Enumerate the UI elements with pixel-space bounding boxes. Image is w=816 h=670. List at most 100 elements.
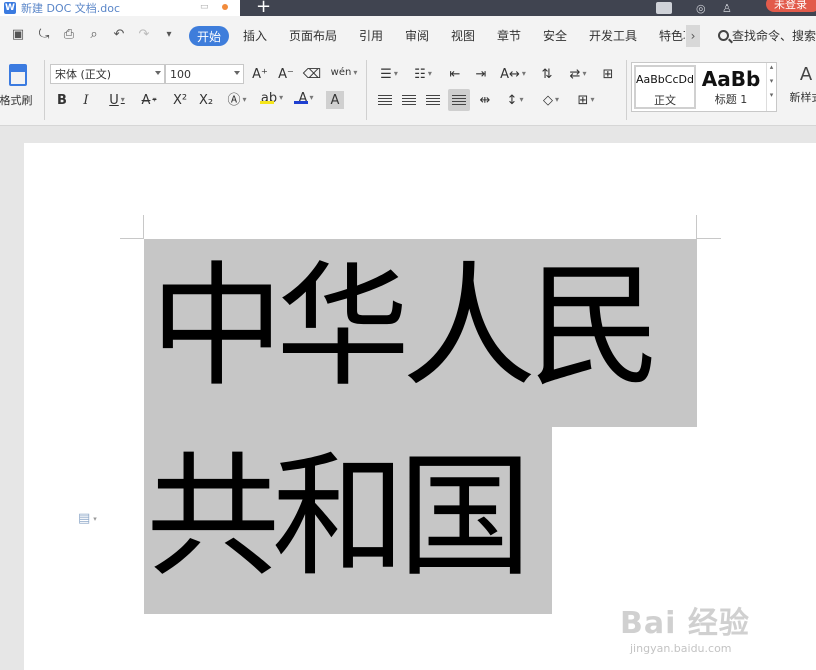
more-tabs-chevron-icon[interactable]: ›	[686, 25, 700, 47]
style-heading-name: 标题 1	[714, 93, 748, 106]
style-normal[interactable]: AaBbCcDd 正文	[634, 65, 696, 109]
font-name-select[interactable]: 宋体 (正文)	[50, 64, 165, 84]
tab-references[interactable]: 引用	[359, 27, 383, 44]
save-icon[interactable]: ▣	[10, 28, 26, 42]
document-text-line-2[interactable]: 共和国	[146, 442, 532, 592]
align-center-button[interactable]	[400, 91, 418, 109]
align-left-button[interactable]	[376, 91, 394, 109]
document-tab[interactable]: W 新建 DOC 文档.doc ▭	[0, 0, 240, 16]
table-grid-icon[interactable]: ⊞	[598, 65, 618, 83]
tab-home[interactable]: 开始	[189, 26, 229, 46]
bold-button[interactable]: B	[54, 91, 70, 109]
tab-developer[interactable]: 开发工具	[589, 27, 637, 44]
ribbon-divider	[366, 60, 367, 120]
chevron-down-icon[interactable]: ▾	[767, 77, 776, 85]
ribbon-divider	[626, 60, 627, 120]
new-style-icon: A	[799, 64, 813, 85]
tab-features[interactable]: 特色功	[659, 27, 685, 44]
tab-security[interactable]: 安全	[543, 27, 567, 44]
styles-gallery: AaBbCcDd 正文 AaBb 标题 1 ▴ ▾ ▾	[631, 62, 777, 112]
skin-icon[interactable]: ◎	[696, 0, 706, 16]
shading-button[interactable]: ◇ ▾	[538, 91, 564, 109]
menu-bar: ▣ ⤿ ⎙ ⌕ ↶ ↷ ▾ 开始 插入 页面布局 引用 审阅 视图 章节 安全 …	[0, 16, 816, 54]
strikethrough-button[interactable]: A ▾	[136, 91, 162, 109]
font-name-value: 宋体 (正文)	[55, 68, 112, 81]
font-size-select[interactable]: 100	[165, 64, 244, 84]
chevron-down-icon	[155, 71, 161, 75]
distributed-align-button[interactable]: ⇹	[476, 91, 494, 109]
ribbon-divider	[44, 60, 45, 120]
increase-indent-icon[interactable]: ⇥	[472, 65, 490, 83]
style-heading-sample: AaBb	[701, 67, 761, 91]
style-heading-1[interactable]: AaBb 标题 1	[698, 65, 764, 109]
decrease-indent-icon[interactable]: ⇤	[446, 65, 464, 83]
margin-marker	[120, 238, 144, 239]
unsaved-dot-icon	[222, 4, 228, 10]
font-size-value: 100	[170, 67, 191, 81]
new-style-label: 新样式	[789, 91, 816, 104]
login-button[interactable]: 未登录	[766, 0, 816, 12]
clear-format-icon[interactable]: ⌫	[302, 65, 322, 83]
line-spacing-button[interactable]: ↕ ▾	[502, 91, 528, 109]
tab-review[interactable]: 审阅	[405, 27, 429, 44]
watermark: Bai 经验 jingyan.baidu.com	[620, 598, 780, 658]
document-text-line-1[interactable]: 中华人民	[150, 252, 662, 402]
ribbon-toolbar: 格式刷 宋体 (正文) 100 A⁺ A⁻ ⌫ wén ▾ B I U ▾ A ▾ X…	[0, 54, 816, 126]
align-right-button[interactable]	[424, 91, 442, 109]
style-normal-name: 正文	[654, 94, 676, 107]
superscript-button[interactable]: X²	[170, 91, 190, 109]
print-preview-icon[interactable]: ⌕	[86, 28, 102, 42]
watermark-logo: Bai 经验	[620, 606, 750, 641]
styles-scrollbar[interactable]: ▴ ▾ ▾	[766, 63, 776, 111]
tab-insert[interactable]: 插入	[243, 27, 267, 44]
font-color-button[interactable]: A ▾	[292, 89, 320, 107]
justify-button[interactable]	[448, 89, 470, 111]
search-icon	[718, 30, 729, 41]
show-hide-marks-icon[interactable]: ⇄ ▾	[564, 65, 592, 83]
new-style-button[interactable]: A 新样式	[786, 64, 816, 105]
style-normal-sample: AaBbCcDd	[636, 73, 694, 86]
grow-font-icon[interactable]: A⁺	[250, 65, 270, 83]
writer-logo-icon: W	[4, 2, 16, 14]
customize-quick-access-icon[interactable]: ▾	[161, 28, 177, 42]
format-painter-icon	[9, 64, 27, 86]
command-search-label: 查找命令、搜索	[732, 29, 816, 43]
text-effects-button[interactable]: Ⓐ ▾	[224, 91, 250, 109]
char-shading-button[interactable]: A	[326, 91, 344, 109]
tab-view[interactable]: 视图	[451, 27, 475, 44]
highlight-button[interactable]: ab ▾	[258, 89, 286, 107]
output-icon[interactable]: ⤿	[36, 28, 52, 42]
margin-marker	[696, 215, 697, 239]
new-tab-button[interactable]: +	[256, 0, 271, 16]
command-search[interactable]: 查找命令、搜索	[718, 27, 816, 44]
chinese-layout-button[interactable]: A↔ ▾	[498, 65, 528, 83]
margin-marker	[143, 215, 144, 239]
subscript-button[interactable]: X₂	[196, 91, 216, 109]
bullets-button[interactable]: ☰ ▾	[376, 65, 402, 83]
document-tab-label: 新建 DOC 文档.doc	[21, 2, 121, 15]
title-bar: W 新建 DOC 文档.doc ▭ + ◎ ♙ 未登录	[0, 0, 816, 16]
shrink-font-icon[interactable]: A⁻	[276, 65, 296, 83]
borders-button[interactable]: ⊞ ▾	[572, 91, 600, 109]
phonetic-guide-icon[interactable]: wén ▾	[330, 64, 358, 82]
tab-chapter[interactable]: 章节	[497, 27, 521, 44]
shirt-icon[interactable]: ♙	[722, 0, 732, 16]
highlight-color-swatch	[260, 101, 274, 104]
margin-marker	[697, 238, 721, 239]
font-color-swatch	[294, 101, 308, 104]
paragraph-layout-icon[interactable]: ▤ ▾	[78, 511, 97, 526]
expand-gallery-icon[interactable]: ▾	[767, 91, 776, 99]
print-icon[interactable]: ⎙	[61, 28, 77, 42]
chevron-up-icon[interactable]: ▴	[767, 63, 776, 71]
sort-icon[interactable]: ⇅	[538, 65, 556, 83]
tab-page-layout[interactable]: 页面布局	[289, 27, 337, 44]
format-painter-button[interactable]: 格式刷	[0, 64, 36, 108]
pin-icon[interactable]: ▭	[200, 2, 210, 12]
undo-icon[interactable]: ↶	[111, 28, 127, 42]
watermark-url: jingyan.baidu.com	[630, 642, 732, 655]
italic-button[interactable]: I	[78, 91, 94, 109]
redo-icon[interactable]: ↷	[136, 28, 152, 42]
numbering-button[interactable]: ☷ ▾	[410, 65, 436, 83]
window-menu-icon[interactable]	[656, 0, 672, 16]
underline-button[interactable]: U ▾	[104, 91, 130, 109]
